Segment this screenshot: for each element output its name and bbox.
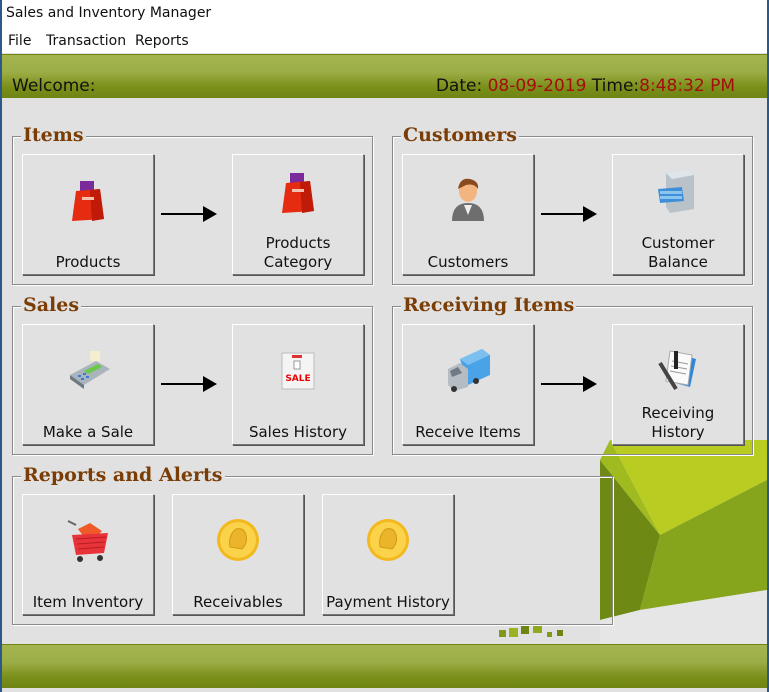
arrow-right-icon <box>161 206 217 222</box>
products-label: Products <box>55 253 121 271</box>
receiving-items-group-title: Receiving Items <box>401 294 577 316</box>
date-time-display: Date: 08-09-2019 Time:8:48:32 PM <box>436 76 735 96</box>
receivables-button[interactable]: Receivables <box>172 494 304 615</box>
receive-items-button[interactable]: Receive Items <box>402 324 534 445</box>
shopping-bag-icon <box>72 181 104 221</box>
user-icon <box>452 178 484 221</box>
item-inventory-label: Item Inventory <box>32 593 144 611</box>
products-category-label: Products Category <box>233 234 363 272</box>
date-label: Date: <box>435 76 483 96</box>
receiving-history-label: Receiving History <box>641 404 715 441</box>
products-category-button[interactable]: Products Category <box>232 154 364 275</box>
date-value: 08-09-2019 <box>487 76 587 96</box>
sale-sign-text: SALE <box>285 374 310 384</box>
reports-and-alerts-group-title: Reports and Alerts <box>21 464 225 486</box>
footer-bar <box>2 644 767 688</box>
sale-sign-icon: SALE <box>281 352 315 390</box>
receiving-history-button[interactable]: Receiving History <box>612 324 744 445</box>
welcome-label: Welcome: <box>12 76 96 96</box>
menu-transaction[interactable]: Transaction <box>46 33 126 49</box>
label-line-2: Category <box>263 253 333 271</box>
menu-bar: File Transaction Reports <box>2 29 767 53</box>
coin-icon <box>217 519 259 561</box>
products-button[interactable]: Products <box>22 154 154 275</box>
arrow-right-icon <box>541 206 597 222</box>
cart-icon <box>67 520 108 562</box>
customers-group-title: Customers <box>401 124 519 146</box>
menu-reports[interactable]: Reports <box>135 33 189 49</box>
customers-button[interactable]: Customers <box>402 154 534 275</box>
label-line-1: Customer <box>641 234 715 252</box>
items-group-title: Items <box>21 124 86 146</box>
receivables-label: Receivables <box>193 593 283 611</box>
title-bar: Sales and Inventory Manager <box>2 0 767 29</box>
arrow-right-icon <box>541 376 597 392</box>
background-cube-decoration <box>600 440 767 644</box>
item-inventory-button[interactable]: Item Inventory <box>22 494 154 615</box>
customer-balance-label: Customer Balance <box>613 234 743 272</box>
arrow-right-icon <box>161 376 217 392</box>
window-border-left <box>0 0 2 692</box>
label-line-1: Products <box>265 234 331 252</box>
time-label: Time: <box>591 76 640 96</box>
time-value: 8:48:32 PM <box>639 76 735 96</box>
header-bar: Welcome: Date: 08-09-2019 Time:8:48:32 P… <box>2 54 767 98</box>
truck-icon <box>448 349 490 392</box>
receive-items-label: Receive Items <box>415 423 521 441</box>
coin-icon <box>367 519 409 561</box>
sales-history-button[interactable]: SALE Sales History <box>232 324 364 445</box>
sales-group-title: Sales <box>21 294 82 316</box>
window-title: Sales and Inventory Manager <box>6 5 212 21</box>
make-a-sale-label: Make a Sale <box>42 423 134 441</box>
card-terminal-icon <box>70 351 110 389</box>
customers-label: Customers <box>427 253 509 271</box>
document-pen-icon <box>658 350 696 391</box>
sales-history-label: Sales History <box>248 423 348 441</box>
payment-history-label: Payment History <box>326 593 450 611</box>
customer-balance-button[interactable]: Customer Balance <box>612 154 744 275</box>
label-line-2: Balance <box>648 253 708 271</box>
file-cabinet-icon <box>658 169 694 213</box>
make-a-sale-button[interactable]: Make a Sale <box>22 324 154 445</box>
payment-history-button[interactable]: Payment History <box>322 494 454 615</box>
shopping-bag-icon <box>282 173 314 213</box>
menu-file[interactable]: File <box>8 33 31 49</box>
